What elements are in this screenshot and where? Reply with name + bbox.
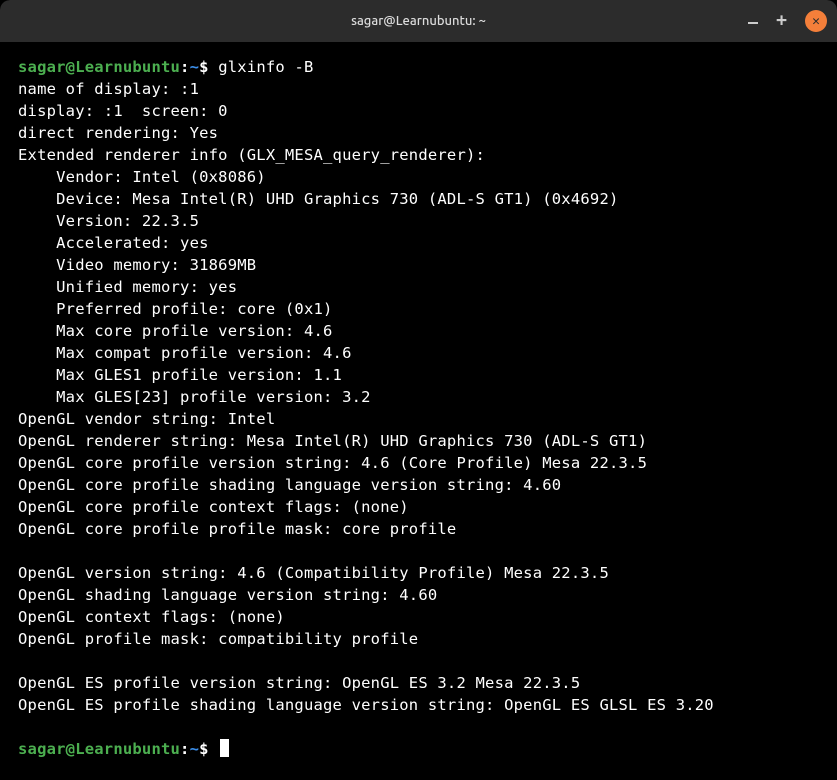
- prompt-user-host: sagar@Learnubuntu: [18, 58, 180, 76]
- minimize-icon: [748, 22, 758, 24]
- close-button[interactable]: ✕: [805, 10, 827, 32]
- prompt-separator-2: :: [180, 740, 190, 758]
- prompt-user-host-2: sagar@Learnubuntu: [18, 740, 180, 758]
- prompt-path: ~: [190, 58, 200, 76]
- prompt-symbol-2: $: [199, 740, 209, 758]
- window-controls: + ✕: [748, 0, 827, 42]
- close-icon: ✕: [812, 15, 820, 28]
- cursor: [220, 739, 229, 757]
- prompt-separator: :: [180, 58, 190, 76]
- prompt-path-2: ~: [190, 740, 200, 758]
- command-text: glxinfo -B: [218, 58, 313, 76]
- command-output: name of display: :1 display: :1 screen: …: [18, 78, 819, 716]
- prompt-symbol: $: [199, 58, 209, 76]
- minimize-button[interactable]: [748, 18, 758, 24]
- plus-icon: +: [776, 12, 787, 30]
- window-title: sagar@Learnubuntu: ~: [351, 14, 486, 28]
- maximize-button[interactable]: +: [776, 12, 787, 30]
- terminal-body[interactable]: sagar@Learnubuntu:~$ glxinfo -B name of …: [0, 42, 837, 780]
- terminal-window: sagar@Learnubuntu: ~ + ✕ sagar@Learnubun…: [0, 0, 837, 780]
- titlebar: sagar@Learnubuntu: ~ + ✕: [0, 0, 837, 42]
